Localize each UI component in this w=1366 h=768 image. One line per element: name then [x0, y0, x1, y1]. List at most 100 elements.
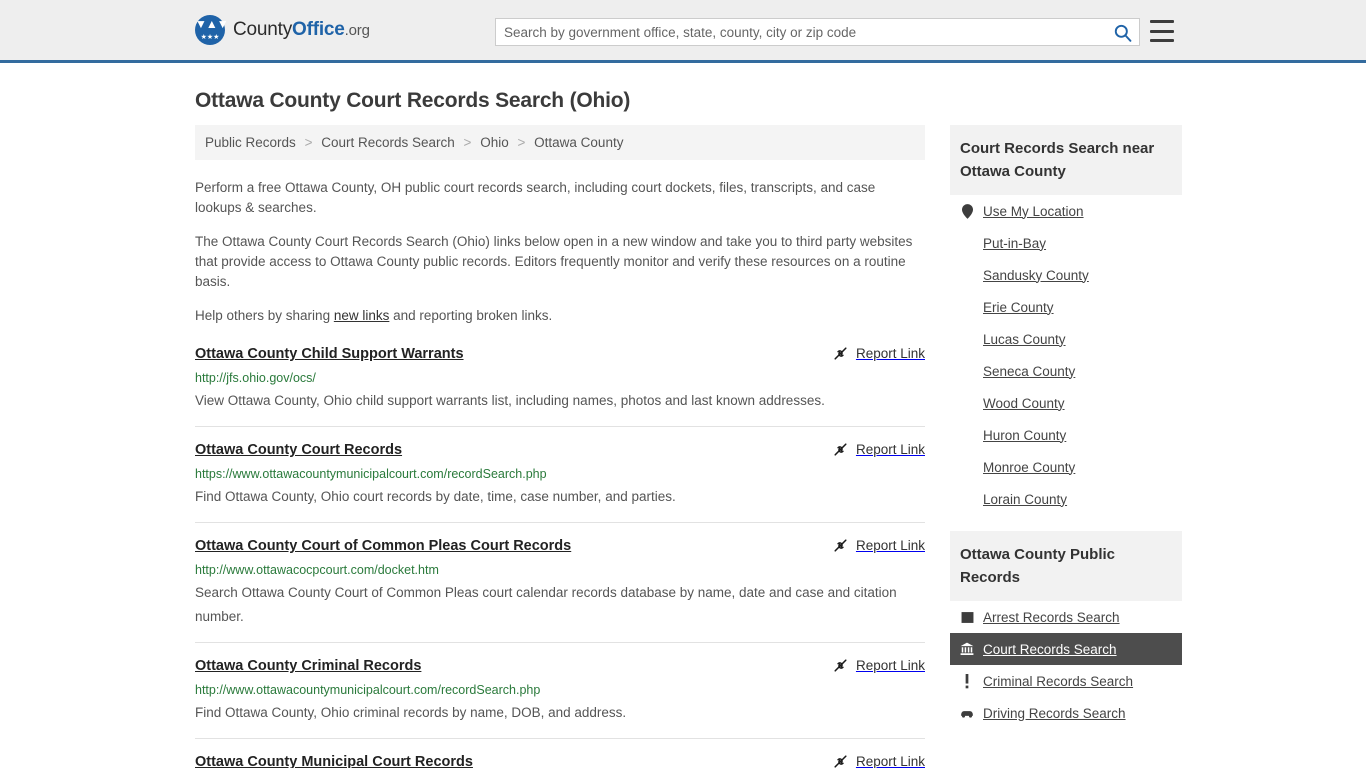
sidebar-item-label: Huron County [983, 427, 1067, 443]
sidebar-item-label: Wood County [983, 395, 1065, 411]
result-title-link[interactable]: Ottawa County Court of Common Pleas Cour… [195, 536, 571, 556]
breadcrumb-separator: > [304, 135, 313, 150]
report-link-button[interactable]: Report Link [832, 344, 925, 362]
breadcrumb-separator: > [463, 135, 472, 150]
sidebar-item-monroe-county[interactable]: Monroe County [950, 451, 1182, 483]
report-link-button[interactable]: Report Link [832, 656, 925, 674]
sidebar-item-wood-county[interactable]: Wood County [950, 387, 1182, 419]
report-link-button[interactable]: Report Link [832, 536, 925, 554]
intro-paragraph-3: Help others by sharing new links and rep… [195, 306, 925, 326]
sidebar-item-seneca-county[interactable]: Seneca County [950, 355, 1182, 387]
result-url: http://www.ottawacocpcourt.com/docket.ht… [195, 563, 439, 577]
icon-placeholder [960, 395, 974, 411]
sidebar-item-label: Arrest Records Search [983, 609, 1120, 625]
sidebar-item-put-in-bay[interactable]: Put-in-Bay [950, 227, 1182, 259]
sidebar-item-label: Use My Location [983, 203, 1084, 219]
sidebar-item-use-my-location[interactable]: Use My Location [950, 195, 1182, 227]
intro-p3-after: and reporting broken links. [389, 308, 553, 323]
intro-paragraph-1: Perform a free Ottawa County, OH public … [195, 180, 876, 215]
result-header: Ottawa County Court Records Report Link [195, 440, 925, 460]
car-icon [960, 705, 974, 721]
result-url: http://jfs.ohio.gov/ocs/ [195, 371, 316, 385]
sidebar-item-arrest-records-search[interactable]: Arrest Records Search [950, 601, 1182, 633]
result-item: Ottawa County Child Support Warrants Repo… [195, 344, 925, 427]
sidebar-item-erie-county[interactable]: Erie County [950, 291, 1182, 323]
sidebar-item-label: Put-in-Bay [983, 235, 1047, 251]
icon-placeholder [960, 235, 974, 251]
sidebar-item-label: Lucas County [983, 331, 1066, 347]
report-link-label: Report Link [855, 658, 925, 673]
exclamation-icon [965, 673, 969, 688]
sidebar-item-label: Criminal Records Search [983, 673, 1134, 689]
sidebar-item-lorain-county[interactable]: Lorain County [950, 483, 1182, 515]
broken-link-icon [834, 755, 847, 768]
intro-p3-before: Help others by sharing [195, 308, 334, 323]
intro-text: Perform a free Ottawa County, OH public … [195, 178, 925, 326]
result-header: Ottawa County Child Support Warrants Repo… [195, 344, 925, 364]
result-title-link[interactable]: Ottawa County Criminal Records [195, 656, 421, 676]
fingerprint-card-icon [961, 611, 973, 623]
brand-part-tld: .org [344, 22, 370, 39]
nearby-searches-list: Use My Location Put-in-Bay Sandusky County… [950, 195, 1182, 515]
sidebar-item-criminal-records-search[interactable]: Criminal Records Search [950, 665, 1182, 697]
site-logo-link[interactable]: ▼▲▼ ★★★ CountyOffice.org [195, 15, 370, 45]
countyoffice-logo-icon: ▼▲▼ ★★★ [195, 15, 229, 45]
content-columns: Public Records > Court Records Search > … [195, 125, 1182, 768]
result-item: Ottawa County Court Records Report Link ht… [195, 440, 925, 523]
page-container: Ottawa County Court Records Search (Ohio… [0, 89, 1366, 768]
new-links-link[interactable]: new links [334, 308, 390, 323]
search-bar [495, 18, 1140, 46]
result-title-link[interactable]: Ottawa County Court Records [195, 440, 402, 460]
result-title-link[interactable]: Ottawa County Municipal Court Records [195, 752, 473, 768]
sidebar-item-label: Monroe County [983, 459, 1076, 475]
search-icon [1114, 24, 1131, 42]
results-list: Ottawa County Child Support Warrants Repo… [195, 344, 925, 768]
nearby-searches-box: Court Records Search near Ottawa County … [950, 125, 1182, 515]
brand-part-county: County [233, 19, 293, 40]
breadcrumb-item-0[interactable]: Public Records [205, 135, 296, 150]
breadcrumb-item-3[interactable]: Ottawa County [534, 135, 623, 150]
sidebar-item-label: Court Records Search [983, 641, 1117, 657]
result-url: http://www.ottawacountymunicipalcourt.co… [195, 683, 541, 697]
search-input[interactable] [496, 19, 1105, 45]
sidebar-item-huron-county[interactable]: Huron County [950, 419, 1182, 451]
hamburger-menu-icon[interactable] [1150, 20, 1174, 42]
intro-paragraph-2: The Ottawa County Court Records Search (… [195, 234, 913, 289]
sidebar-item-lucas-county[interactable]: Lucas County [950, 323, 1182, 355]
icon-placeholder [960, 331, 974, 347]
sidebar-item-driving-records-search[interactable]: Driving Records Search [950, 697, 1182, 729]
map-pin-icon [961, 203, 973, 219]
report-link-label: Report Link [855, 538, 925, 553]
sidebar-item-label: Lorain County [983, 491, 1068, 507]
result-item: Ottawa County Criminal Records Report Lin… [195, 656, 925, 739]
breadcrumb-separator: > [517, 135, 526, 150]
icon-placeholder [960, 491, 974, 507]
main-column: Public Records > Court Records Search > … [195, 125, 925, 768]
result-header: Ottawa County Court of Common Pleas Cour… [195, 536, 925, 556]
search-button[interactable] [1105, 19, 1139, 45]
report-link-button[interactable]: Report Link [832, 752, 925, 768]
brand-part-office: Office [292, 19, 345, 40]
breadcrumb-item-2[interactable]: Ohio [480, 135, 509, 150]
icon-placeholder [960, 427, 974, 443]
report-link-button[interactable]: Report Link [832, 440, 925, 458]
sidebar: Court Records Search near Ottawa County … [950, 125, 1182, 768]
result-header: Ottawa County Municipal Court Records Rep… [195, 752, 925, 768]
result-title-link[interactable]: Ottawa County Child Support Warrants [195, 344, 464, 364]
sidebar-item-sandusky-county[interactable]: Sandusky County [950, 259, 1182, 291]
breadcrumb: Public Records > Court Records Search > … [195, 125, 925, 160]
result-description: Find Ottawa County, Ohio criminal record… [195, 705, 627, 720]
sidebar-item-label: Seneca County [983, 363, 1076, 379]
result-description: Find Ottawa County, Ohio court records b… [195, 489, 676, 504]
public-records-list: Arrest Records Search Court Records Searc… [950, 601, 1182, 729]
sidebar-item-label: Sandusky County [983, 267, 1089, 283]
car-icon [961, 710, 973, 718]
broken-link-icon [834, 443, 847, 456]
sidebar-item-court-records-search[interactable]: Court Records Search [950, 633, 1182, 665]
map-pin-icon [960, 203, 974, 219]
sidebar-item-label: Driving Records Search [983, 705, 1126, 721]
broken-link-icon [834, 539, 847, 552]
result-description: View Ottawa County, Ohio child support w… [195, 393, 825, 408]
breadcrumb-item-1[interactable]: Court Records Search [321, 135, 455, 150]
result-item: Ottawa County Court of Common Pleas Cour… [195, 536, 925, 643]
